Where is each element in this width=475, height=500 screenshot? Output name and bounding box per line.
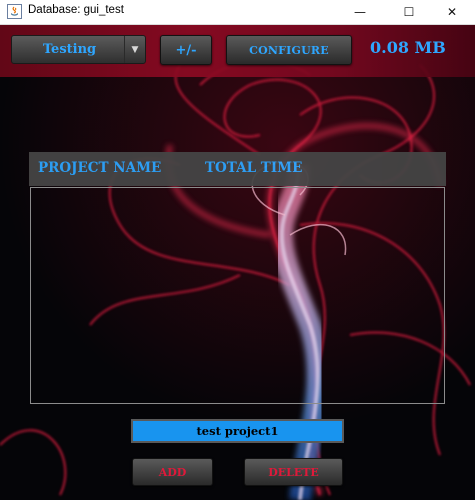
- chevron-down-icon[interactable]: ▼: [124, 36, 145, 63]
- database-dropdown[interactable]: Testing ▼: [11, 35, 146, 64]
- java-coffee-icon: [7, 4, 22, 19]
- database-size-label: 0.08 MB: [370, 38, 446, 57]
- maximize-button[interactable]: ☐: [386, 0, 432, 24]
- column-header-project-name[interactable]: PROJECT NAME: [38, 160, 161, 176]
- main-panel: Testing ▼ +/- CONFIGURE 0.08 MB PROJECT …: [0, 25, 475, 500]
- project-name-input[interactable]: test project1: [131, 419, 344, 443]
- minimize-button[interactable]: —: [337, 0, 383, 24]
- dropdown-selected-value: Testing: [42, 42, 97, 57]
- close-button[interactable]: ✕: [429, 0, 475, 24]
- add-button[interactable]: ADD: [132, 458, 213, 486]
- configure-button[interactable]: CONFIGURE: [226, 35, 352, 65]
- add-remove-button[interactable]: +/-: [160, 35, 212, 65]
- table-header: PROJECT NAME TOTAL TIME: [29, 152, 446, 186]
- project-list[interactable]: [30, 187, 445, 404]
- column-header-total-time[interactable]: TOTAL TIME: [205, 160, 302, 176]
- window-title: Database: gui_test: [28, 4, 124, 16]
- delete-button[interactable]: DELETE: [244, 458, 343, 486]
- window-titlebar: Database: gui_test — ☐ ✕: [0, 0, 475, 25]
